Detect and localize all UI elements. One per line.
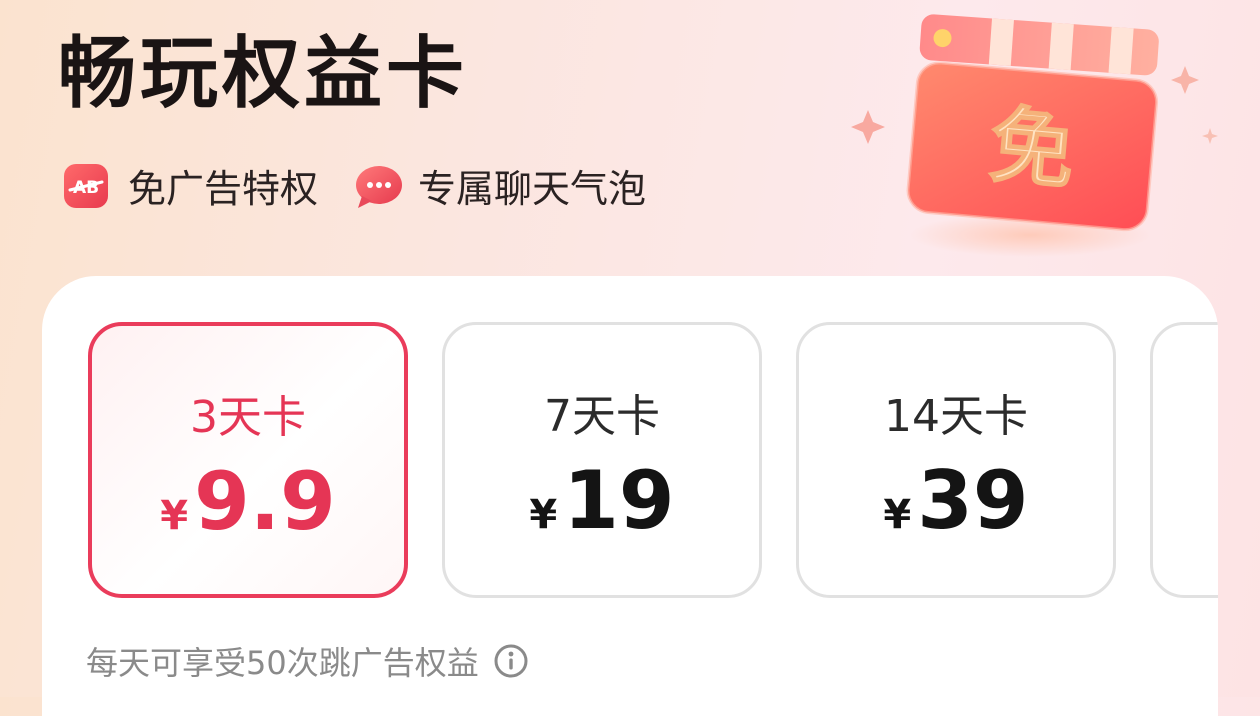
chat-bubble-icon [356,165,403,208]
perk-no-ads: AB 免广告特权 [62,158,318,213]
page-title: 畅玩权益卡 [58,29,469,119]
currency-symbol: ¥ [883,492,912,538]
benefit-note-text: 每天可享受50次跳广告权益 [86,644,479,682]
plan-price: ¥ 19 [529,461,674,541]
plan-price: ¥ 9.9 [160,462,336,542]
plan-name: 7天卡 [544,391,660,442]
price-amount: 9.9 [194,455,336,548]
plan-card-3-day[interactable]: 3天卡 ¥ 9.9 [88,322,408,598]
price-amount: 39 [917,454,1029,547]
perk-chat-bubble: 专属聊天气泡 [352,158,646,213]
price-amount: 19 [563,454,675,547]
perks-row: AB 免广告特权 专属聊天气泡 [62,158,680,213]
perk-label: 专属聊天气泡 [418,167,647,211]
hero-badge-text: 免 [986,96,1078,201]
benefit-note: 每天可享受50次跳广告权益 [86,638,529,684]
ad-block-icon: AB [64,163,108,208]
info-icon[interactable] [493,643,529,679]
plan-price: ¥ 39 [883,461,1028,541]
plan-name: 3天卡 [190,392,306,443]
perk-label: 免广告特权 [128,167,319,211]
plan-card-7-day[interactable]: 7天卡 ¥ 19 [442,322,762,598]
plan-name: 14天卡 [884,391,1028,442]
plan-panel: 3天卡 ¥ 9.9 7天卡 ¥ 19 14天卡 ¥ 39 每天可享受50次跳广告… [42,276,1218,716]
currency-symbol: ¥ [160,493,189,539]
currency-symbol: ¥ [529,492,558,538]
clapperboard-icon: 免 [851,14,1218,257]
plan-card-partial[interactable] [1150,322,1218,598]
plan-cards: 3天卡 ¥ 9.9 7天卡 ¥ 19 14天卡 ¥ 39 [88,322,1218,602]
plan-card-14-day[interactable]: 14天卡 ¥ 39 [796,322,1116,598]
